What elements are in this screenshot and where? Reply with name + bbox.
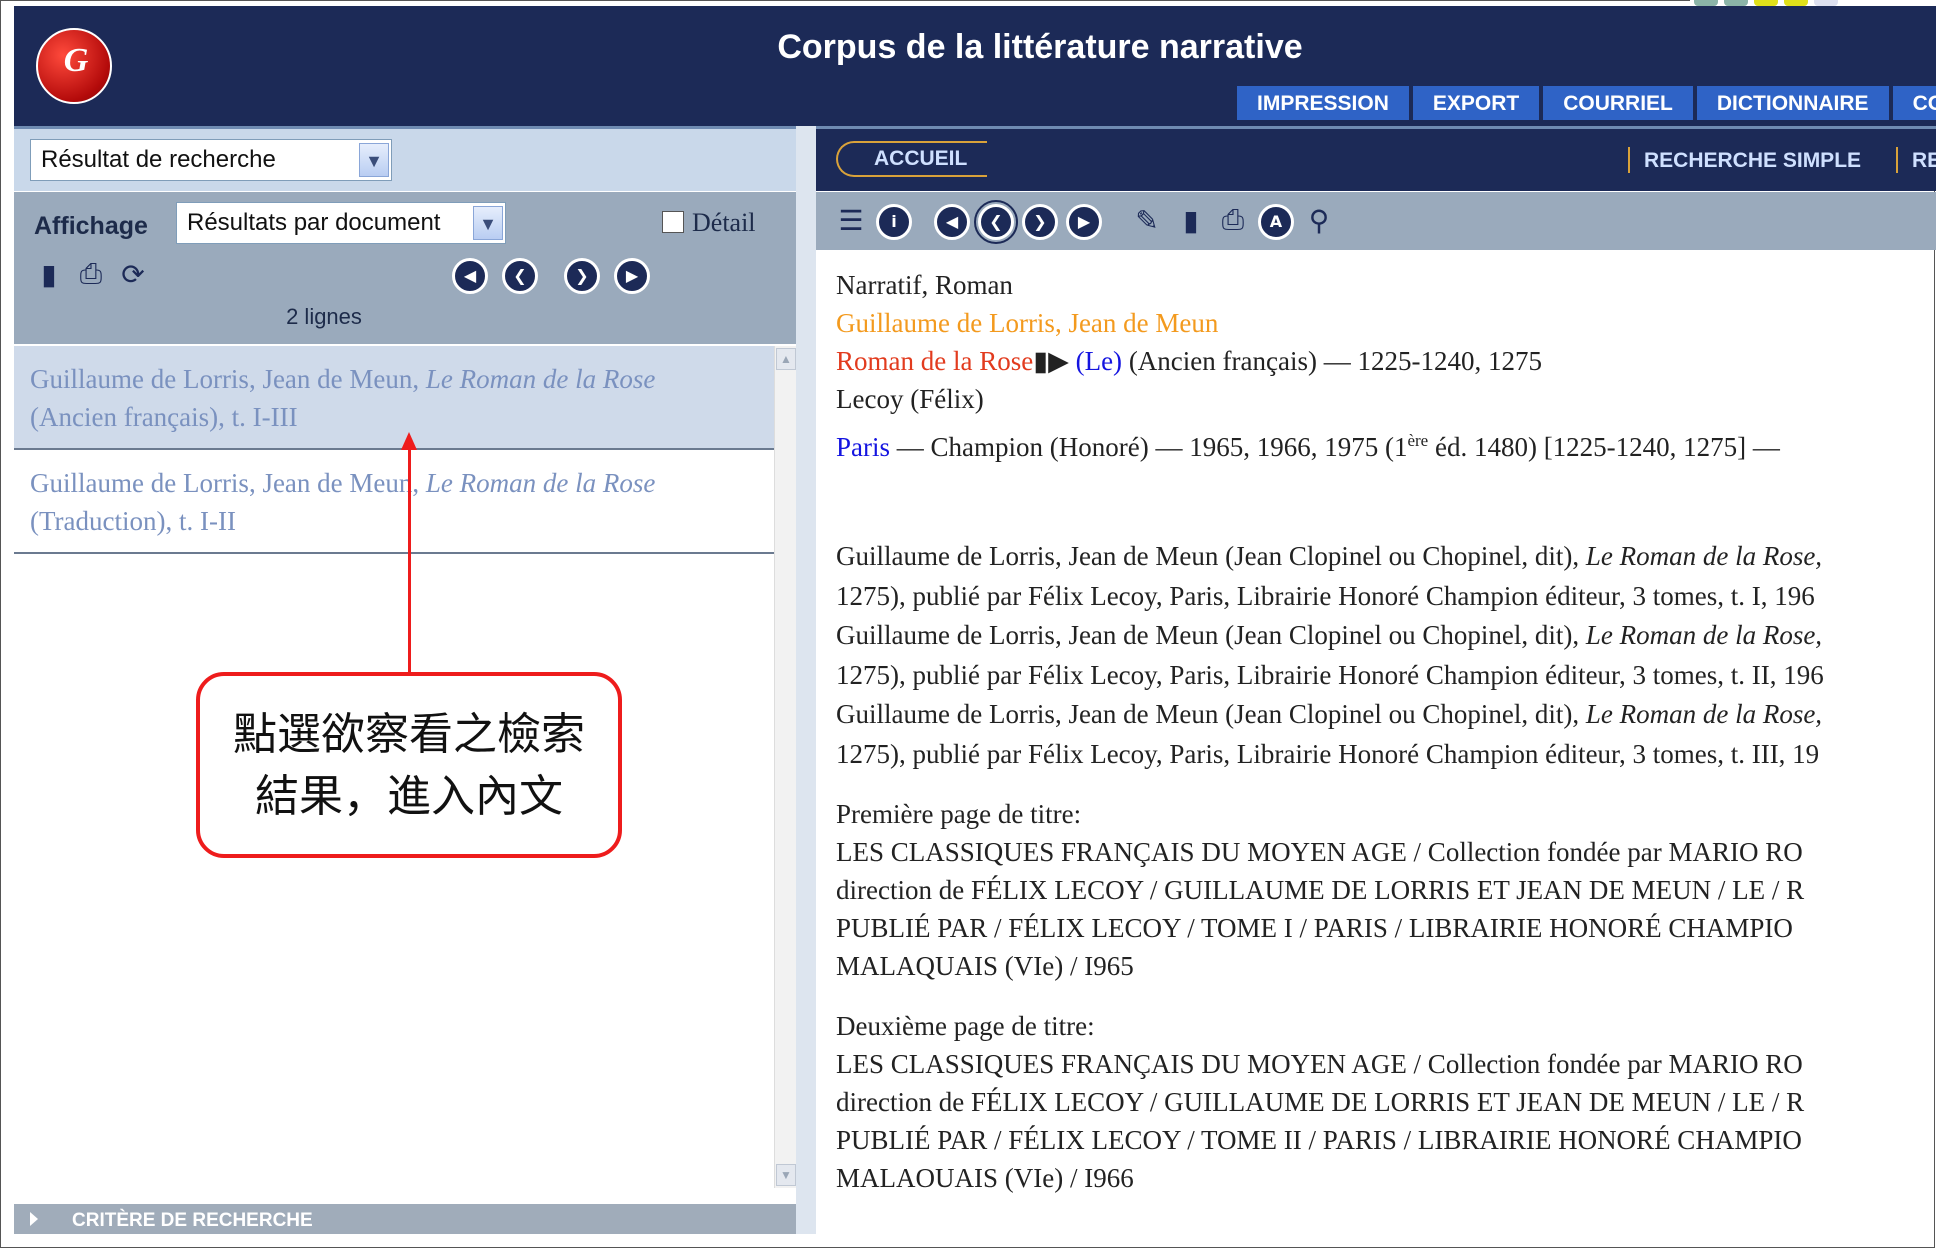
- affichage-label: Affichage: [34, 212, 148, 240]
- reference: Guillaume de Lorris, Jean de Meun (Jean …: [836, 699, 1823, 729]
- list-item[interactable]: Guillaume de Lorris, Jean de Meun, Le Ro…: [14, 450, 774, 554]
- reference: Guillaume de Lorris, Jean de Meun (Jean …: [836, 541, 1823, 571]
- print-icon[interactable]: ⎙: [74, 258, 108, 292]
- first-page-icon[interactable]: ◀: [934, 204, 970, 240]
- app-title: Corpus de la littérature narrative: [777, 28, 1303, 66]
- callout-pointer: [408, 446, 411, 674]
- books-icon[interactable]: ☰: [832, 202, 870, 240]
- list-item[interactable]: Guillaume de Lorris, Jean de Meun, Le Ro…: [14, 346, 774, 450]
- first-page-icon[interactable]: ◀: [452, 258, 488, 294]
- reference: 1275), publié par Félix Lecoy, Paris, Li…: [836, 581, 1815, 611]
- separator: [1896, 147, 1898, 173]
- second-title-label: Deuxième page de titre:: [836, 1011, 1095, 1041]
- chevron-down-icon[interactable]: ▼: [473, 206, 503, 240]
- reference: Guillaume de Lorris, Jean de Meun (Jean …: [836, 620, 1823, 650]
- reference: 1275), publié par Félix Lecoy, Paris, Li…: [836, 660, 1824, 690]
- view-select[interactable]: Résultat de recherche ▼: [30, 139, 392, 181]
- title-page-line: direction de FÉLIX LECOY / GUILLAUME DE …: [836, 875, 1805, 905]
- prev-page-icon[interactable]: ❮: [974, 200, 1018, 244]
- author-link[interactable]: Guillaume de Lorris, Jean de Meun: [836, 304, 1936, 342]
- info-icon[interactable]: i: [876, 204, 912, 240]
- publication-line: Paris — Champion (Honoré) — 1965, 1966, …: [836, 431, 1780, 462]
- expand-arrow-icon[interactable]: [30, 1212, 38, 1226]
- reference: 1275), publié par Félix Lecoy, Paris, Li…: [836, 739, 1820, 769]
- recherche-simple-link[interactable]: RECHERCHE SIMPLE: [1644, 149, 1861, 173]
- right-pane: ACCUEIL RECHERCHE SIMPLE RE ☰ i ◀ ❮ ❯ ▶ …: [816, 126, 1936, 1234]
- last-page-icon[interactable]: ▶: [1066, 204, 1102, 240]
- right-nav-bar: ACCUEIL RECHERCHE SIMPLE RE: [816, 126, 1936, 191]
- app-header: G Corpus de la littérature narrative IMP…: [14, 6, 1936, 126]
- top-menu: IMPRESSION EXPORT COURRIEL DICTIONNAIRE …: [1237, 86, 1936, 120]
- accent-icon[interactable]: A: [1258, 204, 1294, 240]
- left-tool-icons: ▮ ⎙ ⟳: [32, 258, 150, 292]
- next-page-icon[interactable]: ❯: [1022, 204, 1058, 240]
- title-page-line: MALAOUAIS (VIe) / I966: [836, 1163, 1134, 1193]
- criteria-bar[interactable]: CRITÈRE DE RECHERCHE: [14, 1204, 796, 1234]
- next-page-icon[interactable]: ❯: [564, 258, 600, 294]
- checkbox-icon[interactable]: [662, 211, 684, 233]
- fax-icon[interactable]: ⎙: [1214, 202, 1252, 240]
- scroll-up-icon[interactable]: ▲: [776, 348, 796, 370]
- left-toolbar: Résultat de recherche ▼: [14, 126, 796, 191]
- menu-dictionnaire[interactable]: DICTIONNAIRE: [1696, 86, 1889, 120]
- detail-checkbox[interactable]: Détail: [662, 208, 756, 238]
- title-page-line: direction de FÉLIX LECOY / GUILLAUME DE …: [836, 1087, 1805, 1117]
- chevron-down-icon[interactable]: ▼: [359, 143, 389, 177]
- title-page-line: LES CLASSIQUES FRANÇAIS DU MOYEN AGE / C…: [836, 837, 1803, 867]
- re-link[interactable]: RE: [1912, 149, 1936, 173]
- last-page-icon[interactable]: ▶: [614, 258, 650, 294]
- scroll-down-icon[interactable]: ▼: [776, 1164, 796, 1186]
- menu-export[interactable]: EXPORT: [1412, 86, 1540, 120]
- menu-courriel[interactable]: COURRIEL: [1543, 86, 1693, 120]
- pane-divider[interactable]: [796, 126, 816, 1234]
- title-page-line: MALAQUAIS (VIe) / I965: [836, 951, 1134, 981]
- document-content: Narratif, Roman Guillaume de Lorris, Jea…: [836, 266, 1936, 1234]
- prev-page-icon[interactable]: ❮: [502, 258, 538, 294]
- play-icon[interactable]: ▮▶: [1033, 346, 1069, 376]
- annotation-callout: 點選欲察看之檢索 結果，進入內文: [196, 672, 622, 858]
- editor: Lecoy (Félix): [836, 384, 984, 414]
- right-toolbar: ☰ i ◀ ❮ ❯ ▶ ✎ ▮ ⎙ A ⚲: [816, 192, 1936, 250]
- title-page-line: PUBLIÉ PAR / FÉLIX LECOY / TOME I / PARI…: [836, 913, 1793, 943]
- menu-impression[interactable]: IMPRESSION: [1237, 86, 1409, 120]
- refresh-icon[interactable]: ⟳: [116, 258, 150, 292]
- genre: Narratif, Roman: [836, 270, 1013, 300]
- separator: [1628, 147, 1630, 173]
- menu-co[interactable]: CO: [1892, 86, 1936, 120]
- results-scrollbar[interactable]: ▲ ▼: [774, 346, 797, 1188]
- app-window: G Corpus de la littérature narrative IMP…: [14, 6, 1936, 1234]
- edit-icon[interactable]: ✎: [1128, 202, 1166, 240]
- search-doc-icon[interactable]: ⚲: [1300, 202, 1338, 240]
- accueil-tab[interactable]: ACCUEIL: [836, 141, 988, 177]
- lines-count: 2 lignes: [286, 304, 362, 329]
- bookmark-icon[interactable]: ▮: [1172, 202, 1210, 240]
- left-options-bar: Affichage Résultats par document ▼ Détai…: [14, 192, 796, 344]
- title-line: Roman de la Rose▮▶ (Le) (Ancien français…: [836, 346, 1542, 376]
- title-page-line: PUBLIÉ PAR / FÉLIX LECOY / TOME II / PAR…: [836, 1125, 1802, 1155]
- title-page-line: LES CLASSIQUES FRANÇAIS DU MOYEN AGE / C…: [836, 1049, 1803, 1079]
- sheet-icon[interactable]: ▮: [32, 258, 66, 292]
- display-select[interactable]: Résultats par document ▼: [176, 202, 506, 244]
- first-title-label: Première page de titre:: [836, 799, 1082, 829]
- title-link[interactable]: Roman de la Rose: [836, 346, 1033, 376]
- place-link[interactable]: Paris: [836, 432, 890, 462]
